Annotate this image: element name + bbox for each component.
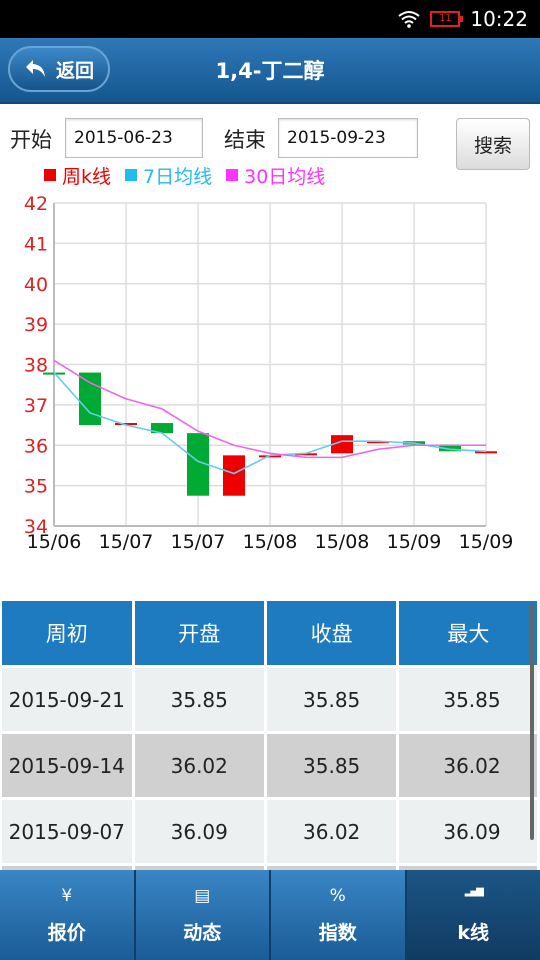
legend-label: 30日均线 xyxy=(244,165,326,188)
table-cell: 35.85 xyxy=(399,668,537,731)
column-header-close: 收盘 xyxy=(266,601,397,665)
table-row[interactable]: 2015-09-14 36.02 35.85 36.02 xyxy=(2,734,537,797)
legend-item-ma7: 7日均线 xyxy=(125,162,212,189)
percent-icon: % xyxy=(329,885,346,906)
wifi-icon xyxy=(398,11,420,28)
table-cell: 2015-09-14 xyxy=(2,734,132,797)
x-tick-label: 15/09 xyxy=(387,531,442,553)
table-cell: 36.09 xyxy=(399,800,537,863)
table-cell: 35.85 xyxy=(266,734,397,797)
back-label: 返回 xyxy=(55,59,94,82)
legend-label: 周k线 xyxy=(62,165,112,188)
x-tick-label: 15/09 xyxy=(459,531,514,553)
x-tick-label: 15/07 xyxy=(171,531,226,553)
y-tick-label: 40 xyxy=(24,274,48,296)
legend-swatch xyxy=(226,169,239,181)
y-tick-label: 36 xyxy=(24,435,48,457)
table-row[interactable]: 2015-09-07 36.09 36.02 36.09 xyxy=(2,800,537,863)
legend-item-weekly-k: 周k线 xyxy=(44,162,111,189)
start-label: 开始 xyxy=(10,128,52,152)
x-tick-label: 15/08 xyxy=(315,531,370,553)
x-tick-label: 15/08 xyxy=(243,531,298,553)
kline-icon: ▂▄▆ xyxy=(464,885,484,897)
nav-item-index[interactable]: % 指数 xyxy=(271,870,407,960)
y-tick-label: 39 xyxy=(24,314,48,336)
nav-label: 报价 xyxy=(47,921,86,944)
battery-icon: 11 xyxy=(430,11,464,27)
back-button[interactable]: 返回 xyxy=(8,46,110,92)
column-header-max: 最大 xyxy=(399,601,537,665)
table-cell: 2015-09-21 xyxy=(2,668,132,731)
legend-swatch xyxy=(125,169,138,181)
legend-item-ma30: 30日均线 xyxy=(226,162,325,189)
y-tick-label: 37 xyxy=(24,395,48,417)
y-tick-label: 41 xyxy=(24,233,48,255)
table-scrollbar[interactable] xyxy=(530,604,534,840)
nav-label: 指数 xyxy=(318,921,357,944)
candle xyxy=(223,455,245,496)
nav-item-news[interactable]: ▤ 动态 xyxy=(135,870,271,960)
chart-legend: 周k线 7日均线 30日均线 xyxy=(44,162,339,188)
clock: 10:22 xyxy=(470,7,528,31)
nav-item-kline[interactable]: ▂▄▆ k线 xyxy=(406,870,540,960)
legend-label: 7日均线 xyxy=(143,165,213,188)
nav-label: k线 xyxy=(457,921,490,944)
table-cell: 36.02 xyxy=(399,734,537,797)
y-tick-label: 35 xyxy=(24,476,48,498)
column-header-week-start: 周初 xyxy=(2,601,132,665)
yen-icon: ¥ xyxy=(61,885,73,906)
date-filter: 开始 结束 搜索 xyxy=(0,104,540,170)
bottom-nav: ¥ 报价 ▤ 动态 % 指数 ▂▄▆ k线 xyxy=(0,870,540,960)
x-tick-label: 15/07 xyxy=(99,531,154,553)
x-tick-label: 15/06 xyxy=(27,531,82,553)
table-cell: 36.02 xyxy=(134,734,264,797)
end-date-input[interactable] xyxy=(278,118,418,158)
table-cell: 36.09 xyxy=(134,800,264,863)
table-cell: 35.85 xyxy=(266,668,397,731)
back-arrow-icon xyxy=(25,60,45,77)
kline-chart: 34353637383940414215/06 15/07 15/07 15/08 15… xyxy=(24,193,514,553)
status-bar: 11 10:22 xyxy=(0,0,540,38)
table-cell: 2015-09-07 xyxy=(2,800,132,863)
nav-label: 动态 xyxy=(183,921,222,944)
battery-level: 11 xyxy=(438,13,452,24)
end-label: 结束 xyxy=(224,128,266,152)
search-button[interactable]: 搜索 xyxy=(456,118,530,170)
start-date-input[interactable] xyxy=(65,118,203,158)
price-table: 周初 开盘 收盘 最大 2015-09-21 35.85 35.85 35.85… xyxy=(0,598,540,870)
legend-swatch xyxy=(44,169,56,181)
nav-item-quote[interactable]: ¥ 报价 xyxy=(0,870,136,960)
table-header-row: 周初 开盘 收盘 最大 xyxy=(2,601,537,665)
table-cell: 35.85 xyxy=(134,668,264,731)
y-tick-label: 42 xyxy=(24,193,48,215)
table-row[interactable]: 2015-09-21 35.85 35.85 35.85 xyxy=(2,668,537,731)
news-icon: ▤ xyxy=(194,885,211,906)
title-bar: 返回 1,4-丁二醇 xyxy=(0,38,540,104)
column-header-open: 开盘 xyxy=(134,601,264,665)
table-cell: 36.02 xyxy=(266,800,397,863)
candle xyxy=(79,372,101,426)
